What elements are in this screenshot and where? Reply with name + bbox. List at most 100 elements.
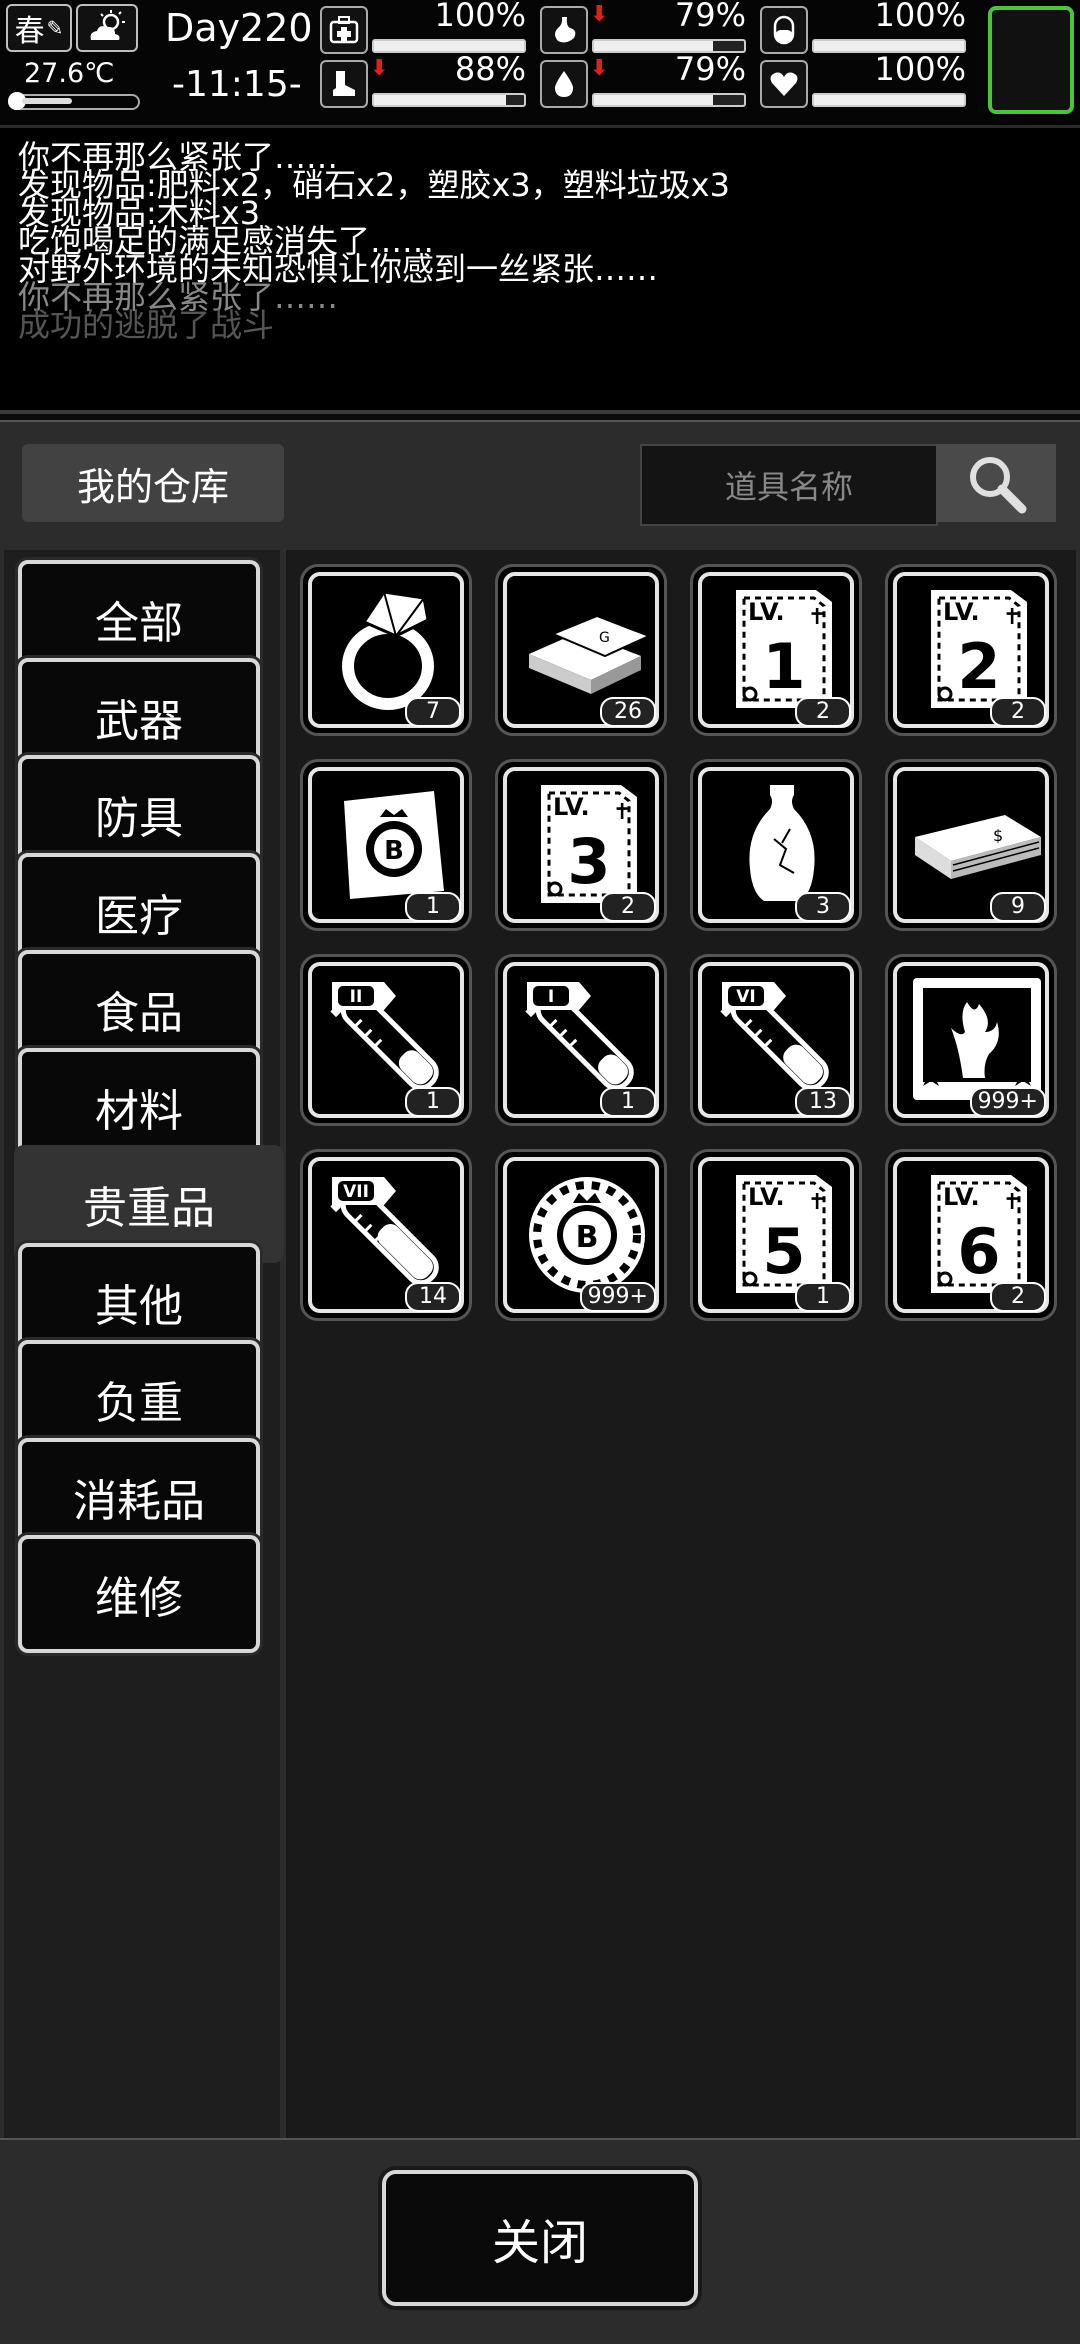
item-slot[interactable]: VII 14 — [300, 1149, 472, 1321]
item-slot[interactable]: 999+ — [885, 954, 1057, 1126]
log-line: 成功的逃脱了战斗 — [18, 306, 275, 344]
warehouse-title: 我的仓库 — [22, 444, 284, 522]
svg-text:VII: VII — [343, 1182, 369, 1202]
decrease-arrow-icon: ⬇ — [590, 2, 609, 27]
stat-bar — [592, 93, 746, 107]
svg-text:✝: ✝ — [808, 605, 826, 630]
item-slot[interactable]: LV. ✝ 5 1 — [690, 1149, 862, 1321]
item-count: 999+ — [579, 1282, 656, 1312]
item-slot[interactable]: G 26 — [495, 564, 667, 736]
temperature-readout: 27.6℃ — [24, 58, 115, 89]
svg-text:B: B — [384, 836, 404, 866]
medkit-icon — [320, 6, 368, 54]
item-count: 7 — [405, 697, 461, 727]
svg-text:LV.: LV. — [748, 1183, 785, 1211]
minimap-button[interactable] — [988, 6, 1074, 114]
boot-icon — [320, 60, 368, 108]
stat-boot: ⬇ 88% — [320, 50, 530, 109]
stat-pill: 100% — [760, 0, 970, 55]
search-button[interactable] — [936, 444, 1056, 522]
close-button[interactable]: 关闭 — [382, 2170, 698, 2306]
stat-heart: 100% — [760, 50, 970, 109]
item-slot[interactable]: $9 — [885, 759, 1057, 931]
item-slot[interactable]: I1 — [495, 954, 667, 1126]
svg-text:II: II — [350, 987, 363, 1007]
water-drop-icon — [540, 60, 588, 108]
svg-text:LV.: LV. — [943, 598, 980, 626]
svg-text:✝: ✝ — [613, 800, 631, 825]
item-count: 9 — [990, 892, 1046, 922]
item-count: 1 — [405, 1087, 461, 1117]
stat-value: 100% — [874, 50, 966, 88]
season-badge: 春 ✎ — [6, 4, 72, 52]
item-count: 999+ — [969, 1087, 1046, 1117]
item-slot[interactable]: II 1 — [300, 954, 472, 1126]
leaf-icon: ✎ — [46, 16, 64, 40]
item-count: 3 — [795, 892, 851, 922]
item-count: 1 — [795, 1282, 851, 1312]
svg-text:$: $ — [993, 826, 1003, 845]
item-count: 1 — [405, 892, 461, 922]
svg-text:LV.: LV. — [553, 793, 590, 821]
item-slot[interactable]: B1 — [300, 759, 472, 931]
svg-text:6: 6 — [957, 1215, 1000, 1288]
stat-stomach: ⬇ 79% — [540, 0, 750, 55]
item-count: 1 — [600, 1087, 656, 1117]
stat-water-drop: ⬇ 79% — [540, 50, 750, 109]
weather-icon — [76, 4, 138, 52]
search-icon — [970, 457, 1027, 514]
stat-value: 79% — [674, 0, 746, 34]
decrease-arrow-icon: ⬇ — [590, 56, 609, 81]
item-count: 14 — [405, 1282, 461, 1312]
item-slot[interactable]: B 999+ — [495, 1149, 667, 1321]
svg-text:LV.: LV. — [943, 1183, 980, 1211]
svg-text:✝: ✝ — [808, 1190, 826, 1215]
message-log[interactable]: 你不再那么紧张了…… 发现物品:肥料x2，硝石x2，塑胶x3，塑料垃圾x3 发现物品… — [0, 128, 1080, 414]
day-counter: Day220 — [165, 6, 313, 50]
item-slot[interactable]: LV. ✝ 6 2 — [885, 1149, 1057, 1321]
svg-text:✝: ✝ — [1003, 605, 1021, 630]
svg-text:VI: VI — [736, 987, 755, 1007]
game-clock: -11:15- — [172, 64, 302, 105]
item-count: 2 — [990, 697, 1046, 727]
svg-text:G: G — [599, 630, 610, 646]
svg-text:LV.: LV. — [748, 598, 785, 626]
stat-value: 100% — [434, 0, 526, 34]
stat-medkit: 100% — [320, 0, 530, 55]
item-count: 2 — [795, 697, 851, 727]
item-count: 13 — [795, 1087, 851, 1117]
footer-bar: 关闭 — [0, 2138, 1080, 2344]
category-sidebar: 全部 武器 防具 医疗 食品 材料 贵重品 其他 负重 消耗品 维修 — [4, 550, 284, 2138]
item-count: 2 — [600, 892, 656, 922]
season-label: 春 — [14, 14, 45, 49]
item-slot[interactable]: VI 13 — [690, 954, 862, 1126]
stomach-icon — [540, 6, 588, 54]
item-search-input[interactable]: 道具名称 — [640, 444, 938, 526]
stat-value: 79% — [674, 50, 746, 88]
item-slot[interactable]: LV. ✝ 3 2 — [495, 759, 667, 931]
svg-text:1: 1 — [762, 630, 805, 703]
stat-bar — [372, 93, 526, 107]
item-grid: 7 G 26 LV. ✝ 1 2 LV. ✝ 2 2 B 1 LV. ✝ 3 2 3 $9 II 1 I 1 VI 13 999+… — [286, 550, 1076, 2138]
svg-text:B: B — [576, 1220, 599, 1255]
item-count: 2 — [990, 1282, 1046, 1312]
decrease-arrow-icon: ⬇ — [370, 56, 389, 81]
item-count: 26 — [600, 697, 656, 727]
stat-value: 88% — [454, 50, 526, 88]
svg-text:✝: ✝ — [1003, 1190, 1021, 1215]
stat-value: 100% — [874, 0, 966, 34]
item-slot[interactable]: LV. ✝ 2 2 — [885, 564, 1057, 736]
item-slot[interactable]: 7 — [300, 564, 472, 736]
pill-icon — [760, 6, 808, 54]
category-tab[interactable]: 维修 — [18, 1535, 260, 1653]
heart-icon — [760, 60, 808, 108]
item-slot[interactable]: LV. ✝ 1 2 — [690, 564, 862, 736]
status-hud: 春 ✎ 27.6℃ Day220 -11:15- 100% ⬇ 79% 100% ⬇ 88%… — [0, 0, 1080, 128]
item-slot[interactable]: 3 — [690, 759, 862, 931]
thermometer-bar — [8, 92, 140, 110]
svg-text:2: 2 — [957, 630, 1000, 703]
svg-text:5: 5 — [762, 1215, 805, 1288]
svg-text:I: I — [548, 987, 554, 1007]
stat-bar — [812, 93, 966, 107]
svg-text:3: 3 — [567, 825, 610, 898]
